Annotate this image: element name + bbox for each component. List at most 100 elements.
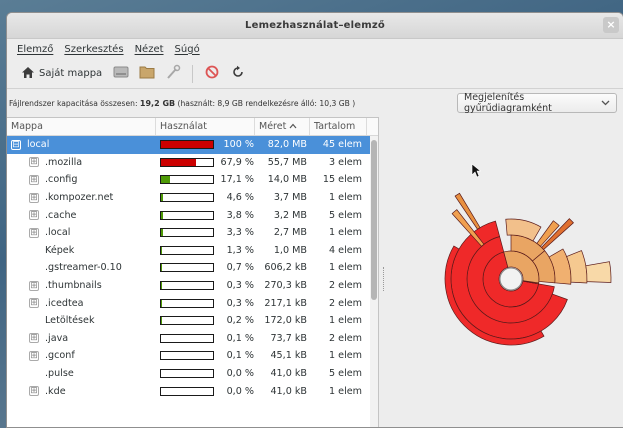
table-row[interactable]: Képek 1,3 % 1,0 MB 4 elem bbox=[7, 242, 378, 260]
row-name-cell: Letöltések bbox=[7, 315, 156, 326]
expand-icon[interactable]: ⊞ bbox=[29, 157, 39, 168]
menu-szerkesztes[interactable]: Szerkesztés bbox=[64, 44, 123, 55]
size-cell: 2,7 MB bbox=[273, 227, 307, 239]
count-cell: 5 elem bbox=[329, 368, 362, 380]
menu-elemzo[interactable]: Elemző bbox=[17, 44, 53, 55]
column-header-size[interactable]: Méret bbox=[255, 118, 310, 135]
folder-name: .kde bbox=[45, 385, 66, 397]
ring-chart[interactable] bbox=[379, 117, 619, 428]
size-cell: 606,2 kB bbox=[264, 262, 307, 274]
toolbar: Saját mappa bbox=[7, 59, 623, 89]
usage-percent: 0,0 % bbox=[226, 385, 254, 397]
expand-icon[interactable]: ⊞ bbox=[29, 227, 39, 238]
menu-sugo[interactable]: Súgó bbox=[175, 44, 200, 55]
table-row[interactable]: ⊞ .local 3,3 % 2,7 MB 1 elem bbox=[7, 224, 378, 242]
count-cell: 4 elem bbox=[329, 244, 362, 256]
expand-icon[interactable]: ⊞ bbox=[29, 174, 39, 185]
table-row[interactable]: ⊞ .kompozer.net 4,6 % 3,7 MB 1 elem bbox=[7, 189, 378, 207]
scan-filesystem-button[interactable] bbox=[110, 63, 132, 85]
folder-tree-view[interactable]: Mappa Használat Méret Tartalom ⊟ local 1… bbox=[7, 117, 379, 427]
count-cell: 45 elem bbox=[322, 139, 362, 151]
folder-name: .config bbox=[45, 174, 78, 186]
table-row[interactable]: ⊞ .cache 3,8 % 3,2 MB 5 elem bbox=[7, 206, 378, 224]
table-row[interactable]: ⊞ .java 0,1 % 73,7 kB 2 elem bbox=[7, 330, 378, 348]
table-row[interactable]: Letöltések 0,2 % 172,0 kB 1 elem bbox=[7, 312, 378, 330]
usage-bar bbox=[160, 263, 214, 273]
row-name-cell: ⊞ .gconf bbox=[7, 350, 156, 361]
scan-remote-button[interactable] bbox=[162, 63, 184, 85]
ring-chart-area[interactable] bbox=[379, 117, 623, 427]
table-row[interactable]: ⊞ .icedtea 0,3 % 217,1 kB 2 elem bbox=[7, 294, 378, 312]
usage-cell: 3,8 % bbox=[156, 210, 255, 221]
usage-bar bbox=[160, 333, 214, 343]
usage-bar-fill bbox=[161, 176, 170, 184]
usage-bar-fill bbox=[161, 141, 213, 149]
scan-folder-button[interactable] bbox=[136, 63, 158, 85]
column-header-name[interactable]: Mappa bbox=[7, 118, 156, 135]
usage-percent: 0,7 % bbox=[226, 262, 254, 274]
folder-name: .local bbox=[45, 227, 71, 239]
menu-nezet[interactable]: Nézet bbox=[135, 44, 164, 55]
size-cell: 82,0 MB bbox=[267, 139, 307, 151]
size-cell: 1,0 MB bbox=[273, 244, 307, 256]
folder-name: Letöltések bbox=[45, 315, 95, 327]
usage-cell: 0,2 % bbox=[156, 315, 255, 326]
folder-icon bbox=[139, 65, 155, 82]
folder-name: .cache bbox=[45, 209, 77, 221]
size-cell: 41,0 kB bbox=[270, 385, 307, 397]
chevron-down-icon bbox=[601, 98, 610, 109]
close-button[interactable]: × bbox=[603, 17, 619, 33]
table-row[interactable]: ⊞ .mozilla 67,9 % 55,7 MB 3 elem bbox=[7, 154, 378, 172]
row-name-cell: ⊞ .mozilla bbox=[7, 157, 156, 168]
folder-name: .gconf bbox=[45, 350, 75, 362]
row-name-cell: ⊞ .config bbox=[7, 174, 156, 185]
count-cell: 1 elem bbox=[329, 315, 362, 327]
row-name-cell: ⊞ .icedtea bbox=[7, 298, 156, 309]
size-cell: 14,0 MB bbox=[267, 174, 307, 186]
table-row[interactable]: .pulse 0,0 % 41,0 kB 5 elem bbox=[7, 365, 378, 383]
ring-chart-center[interactable] bbox=[499, 267, 523, 291]
table-row[interactable]: ⊞ .gconf 0,1 % 45,1 kB 1 elem bbox=[7, 347, 378, 365]
capacity-details: (használt: 8,9 GB rendelkezésre álló: 10… bbox=[175, 98, 356, 108]
usage-cell: 0,0 % bbox=[156, 368, 255, 379]
table-row[interactable]: .gstreamer-0.10 0,7 % 606,2 kB 1 elem bbox=[7, 259, 378, 277]
folder-name: Képek bbox=[45, 244, 75, 256]
home-icon bbox=[21, 66, 35, 82]
usage-percent: 0,1 % bbox=[226, 350, 254, 362]
stop-button[interactable] bbox=[201, 63, 223, 85]
vertical-scrollbar[interactable] bbox=[370, 136, 378, 427]
folder-name: .thumbnails bbox=[45, 280, 102, 292]
expand-icon[interactable]: ⊞ bbox=[29, 280, 39, 291]
row-name-cell: .pulse bbox=[7, 368, 156, 379]
collapse-icon[interactable]: ⊟ bbox=[11, 139, 21, 150]
row-name-cell: ⊞ .kde bbox=[7, 386, 156, 397]
ring-segment[interactable] bbox=[585, 261, 612, 283]
usage-bar-fill bbox=[161, 194, 164, 202]
table-row[interactable]: ⊞ .thumbnails 0,3 % 270,3 kB 2 elem bbox=[7, 277, 378, 295]
scrollbar-thumb[interactable] bbox=[371, 140, 377, 300]
expand-icon[interactable]: ⊞ bbox=[29, 192, 39, 203]
count-cell: 2 elem bbox=[329, 280, 362, 292]
refresh-button[interactable] bbox=[227, 63, 249, 85]
home-folder-button[interactable]: Saját mappa bbox=[17, 63, 106, 85]
column-header-usage[interactable]: Használat bbox=[156, 118, 255, 135]
sort-ascending-icon bbox=[289, 121, 297, 132]
size-cell: 172,0 kB bbox=[264, 315, 307, 327]
expand-icon[interactable]: ⊞ bbox=[29, 298, 39, 309]
window-title: Lemezhasználat–elemző bbox=[245, 20, 385, 31]
table-row[interactable]: ⊞ .kde 0,0 % 41,0 kB 1 elem bbox=[7, 382, 378, 400]
usage-percent: 17,1 % bbox=[220, 174, 254, 186]
row-name-cell: ⊞ .kompozer.net bbox=[7, 192, 156, 203]
expand-icon[interactable]: ⊞ bbox=[29, 210, 39, 221]
size-cell: 55,7 MB bbox=[267, 156, 307, 168]
expand-icon[interactable]: ⊞ bbox=[29, 333, 39, 344]
table-row[interactable]: ⊟ local 100 % 82,0 MB 45 elem bbox=[7, 136, 378, 154]
expand-icon[interactable]: ⊞ bbox=[29, 386, 39, 397]
table-row[interactable]: ⊞ .config 17,1 % 14,0 MB 15 elem bbox=[7, 171, 378, 189]
stop-icon bbox=[205, 65, 219, 82]
column-header-count[interactable]: Tartalom bbox=[310, 118, 367, 135]
view-mode-select[interactable]: Megjelenítés gyűrűdiagramként bbox=[457, 92, 617, 114]
count-cell: 1 elem bbox=[329, 350, 362, 362]
usage-percent: 67,9 % bbox=[220, 156, 254, 168]
expand-icon[interactable]: ⊞ bbox=[29, 350, 39, 361]
